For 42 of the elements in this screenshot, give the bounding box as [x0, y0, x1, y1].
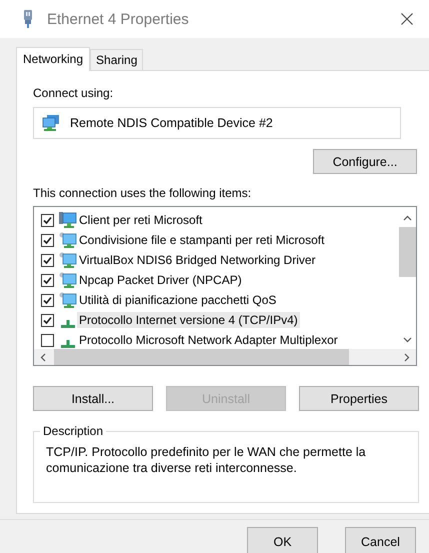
group-title: Description — [40, 424, 106, 439]
checkbox[interactable] — [41, 274, 54, 286]
checkbox[interactable] — [41, 314, 54, 326]
checkbox[interactable] — [41, 334, 54, 346]
checkbox[interactable] — [41, 234, 54, 246]
scroll-right-caret-icon[interactable] — [404, 352, 410, 362]
scroll-down-caret-icon[interactable] — [403, 337, 412, 343]
list-item[interactable]: Protocollo Microsoft Network Adapter Multiplexor — [77, 332, 340, 348]
horizontal-scrollbar[interactable] — [34, 349, 416, 365]
network-adapter-icon — [42, 115, 60, 131]
close-icon[interactable] — [401, 13, 413, 25]
dialog-button[interactable]: OK — [247, 527, 318, 553]
computer-gear-icon — [59, 232, 77, 248]
protocol-icon — [61, 340, 75, 348]
configure-button[interactable]: Configure... — [313, 149, 417, 174]
list-item[interactable]: Condivisione file e stampanti per reti Microsoft — [77, 232, 326, 248]
computer-gear-icon — [59, 272, 77, 288]
dialog-button[interactable]: Cancel — [345, 527, 416, 553]
computer-gear-icon — [59, 292, 77, 308]
items-label: This connection uses the following items: — [33, 185, 252, 201]
list-item[interactable]: Protocollo Internet versione 4 (TCP/IPv4) — [77, 312, 300, 328]
computer-icon — [59, 212, 77, 228]
scroll-up-caret-icon[interactable] — [403, 215, 412, 221]
action-button[interactable]: Install... — [33, 386, 153, 411]
list-item[interactable]: Client per reti Microsoft — [77, 212, 204, 228]
connect-using-label: Connect using: — [33, 85, 114, 101]
ethernet-plug-icon — [22, 10, 34, 28]
list-item[interactable]: Npcap Packet Driver (NPCAP) — [77, 272, 244, 288]
description-text: TCP/IP. Protocollo predefinito per le WAN che permette la comunicazione tra diverse reti interconnesse. — [46, 444, 367, 476]
tab[interactable]: Networking — [16, 47, 90, 71]
action-button[interactable]: Properties — [299, 386, 419, 411]
device-name: Remote NDIS Compatible Device #2 — [70, 116, 273, 130]
protocol-icon — [61, 320, 75, 328]
list-item[interactable]: VirtualBox NDIS6 Bridged Networking Driver — [77, 252, 318, 268]
checkbox[interactable] — [41, 254, 54, 266]
scroll-left-caret-icon[interactable] — [40, 352, 46, 362]
window-title: Ethernet 4 Properties — [47, 10, 190, 28]
computer-gear-icon — [59, 252, 77, 268]
list-item[interactable]: Utilità di pianificazione pacchetti QoS — [77, 292, 278, 308]
checkbox[interactable] — [41, 294, 54, 306]
checkbox[interactable] — [41, 214, 54, 226]
tab[interactable]: Sharing — [90, 49, 144, 70]
